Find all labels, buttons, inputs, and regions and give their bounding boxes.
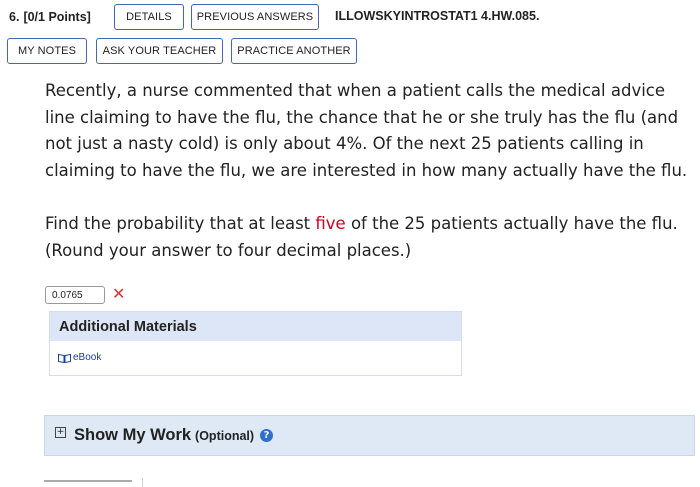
question-text: Recently, a nurse commented that when a … — [45, 78, 700, 264]
ebook-label: eBook — [73, 352, 102, 363]
optional-label: (Optional) — [195, 428, 255, 443]
previous-answers-button[interactable]: PREVIOUS ANSWERS — [191, 4, 319, 30]
question-number: 6. — [9, 10, 20, 24]
help-icon[interactable]: ? — [260, 429, 274, 442]
practice-another-button[interactable]: PRACTICE ANOTHER — [231, 38, 357, 64]
question-paragraph-2: Find the probability that at least five … — [45, 211, 700, 264]
ebook-link[interactable]: eBook — [58, 352, 101, 363]
question-header: 6. [0/1 Points] — [9, 0, 91, 34]
additional-materials-panel: Additional Materials eBook — [49, 311, 462, 376]
expand-icon[interactable]: + — [55, 427, 66, 438]
book-icon — [58, 353, 71, 363]
ask-teacher-button[interactable]: ASK YOUR TEACHER — [96, 38, 223, 64]
show-my-work-panel[interactable]: + Show My Work (Optional) ? — [44, 415, 695, 456]
assignment-id: ILLOWSKYINTROSTAT1 4.HW.085. — [335, 9, 540, 23]
question-prefix: Find the probability that at least — [45, 214, 316, 233]
divider — [142, 478, 143, 487]
show-my-work-title: Show My Work — [74, 426, 192, 444]
details-button[interactable]: DETAILS — [114, 4, 184, 30]
highlighted-value: five — [315, 214, 346, 233]
points-label: [0/1 Points] — [23, 10, 91, 24]
my-notes-button[interactable]: MY NOTES — [7, 38, 87, 64]
cut-off-submit-button — [44, 480, 132, 482]
incorrect-x-icon: ✕ — [112, 284, 126, 303]
additional-materials-title: Additional Materials — [50, 312, 461, 341]
question-paragraph-1: Recently, a nurse commented that when a … — [45, 81, 688, 180]
answer-input[interactable]: 0.0765 — [45, 286, 105, 304]
